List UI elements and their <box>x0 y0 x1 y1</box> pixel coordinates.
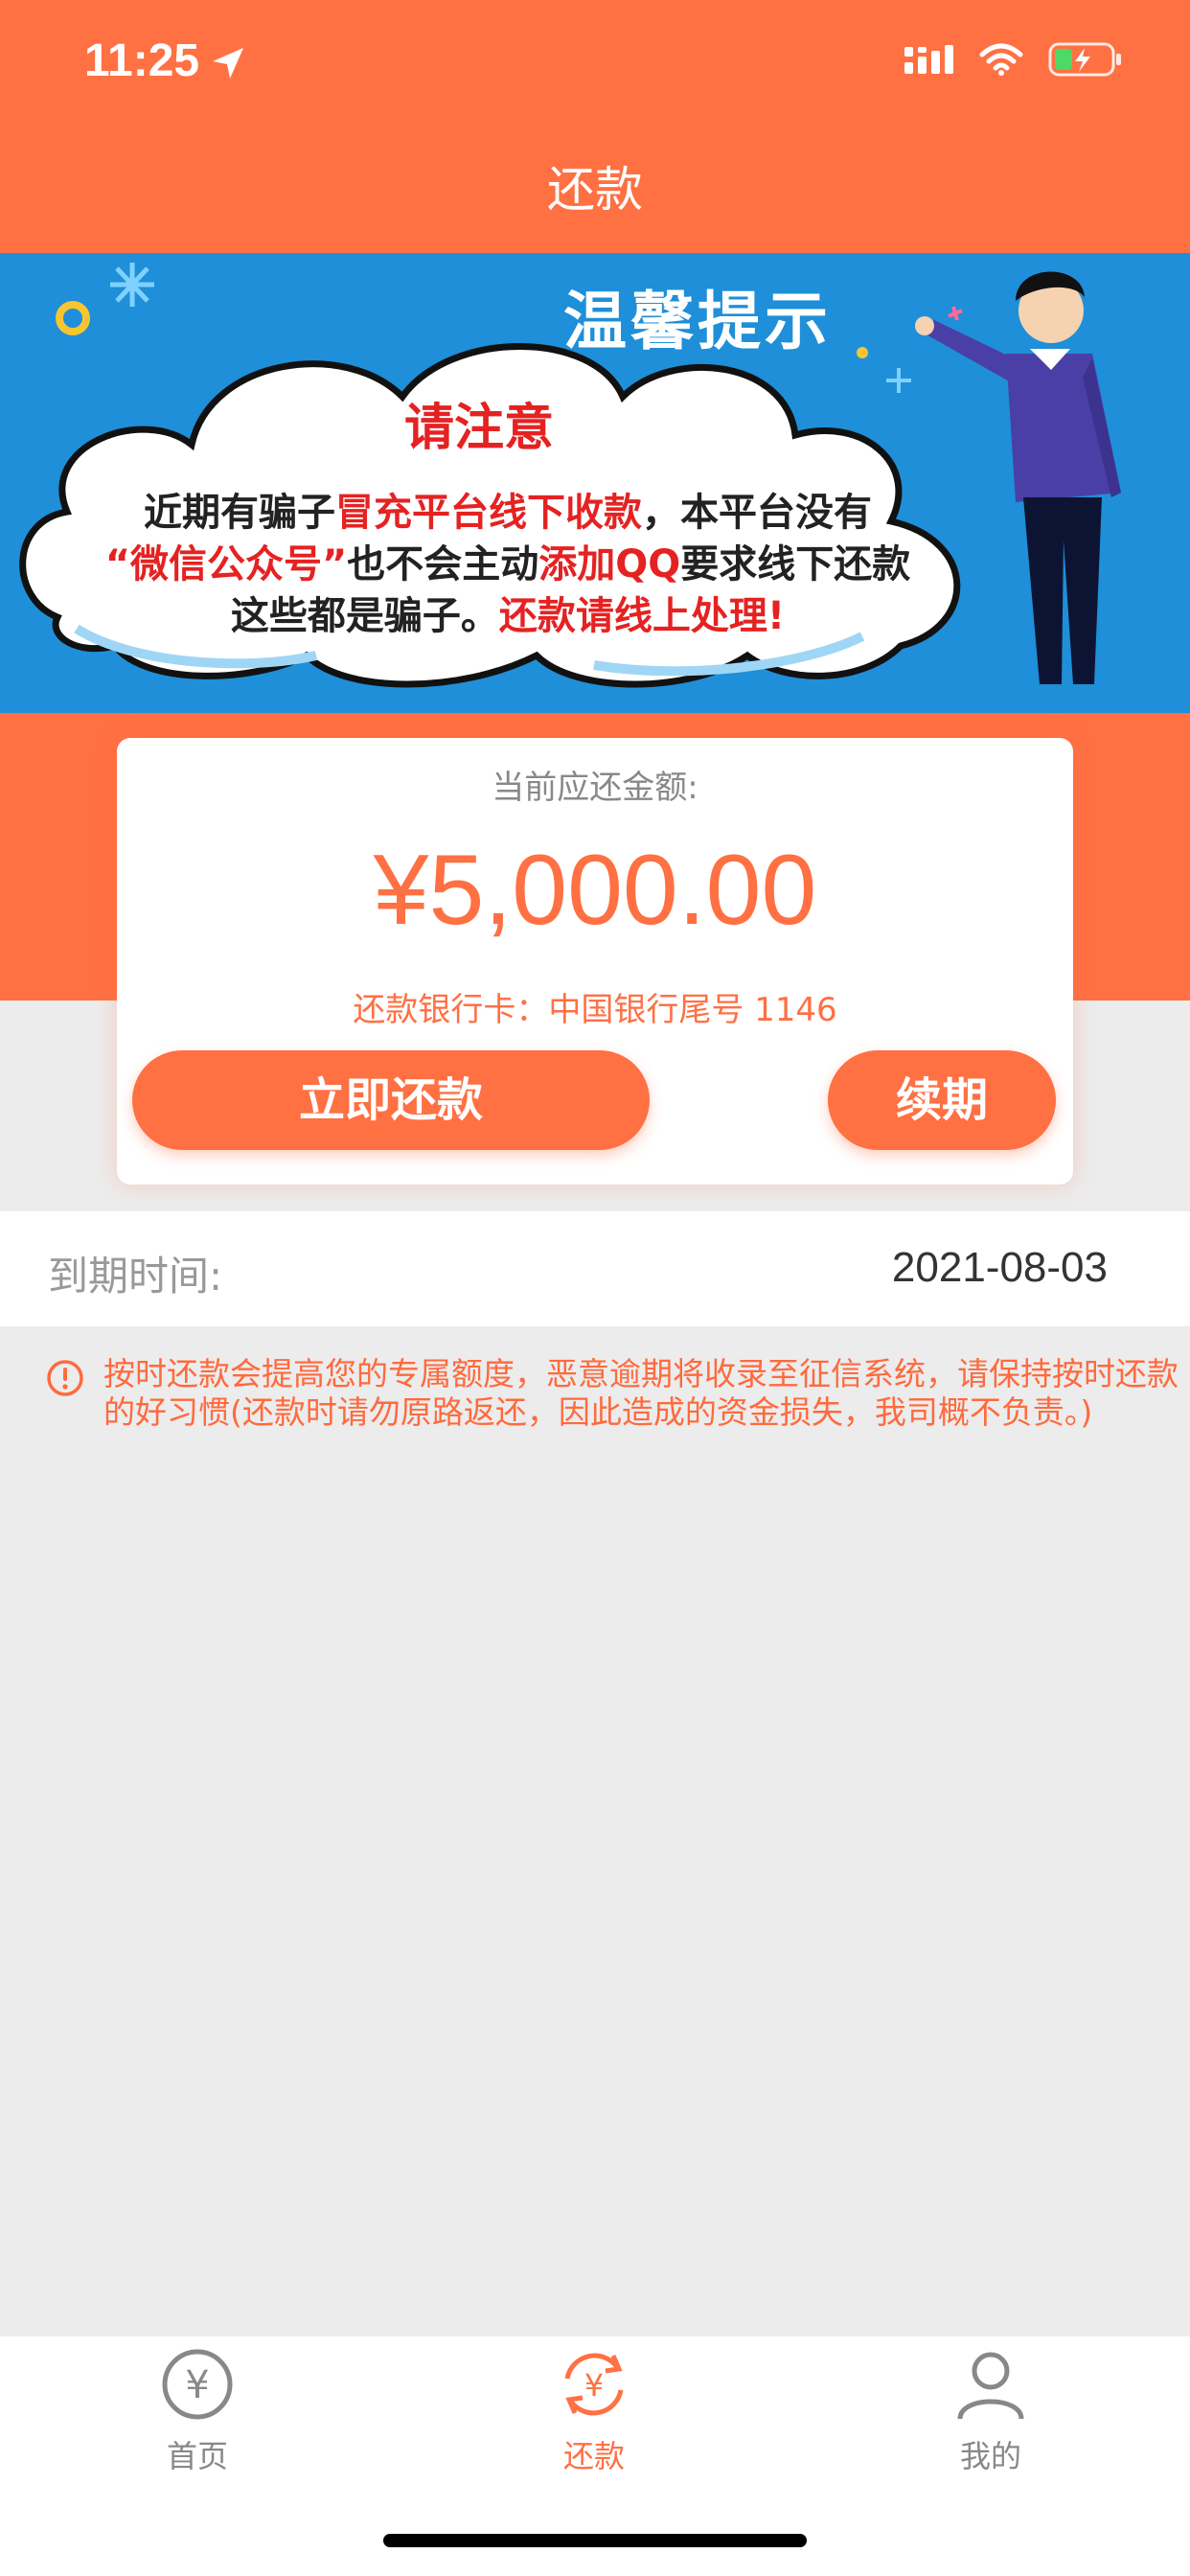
notice-text: 按时还款会提高您的专属额度，恶意逾期将收录至征信系统，请保持按时还款的好习惯(还… <box>103 1355 1179 1431</box>
renew-button[interactable]: 续期 <box>828 1050 1056 1150</box>
home-indicator <box>383 2534 807 2547</box>
signal-icon <box>904 45 953 74</box>
yen-circle-icon: ¥ <box>162 2349 233 2420</box>
warning-line-1: 近期有骗子冒充平台线下收款，本平台没有 <box>57 481 958 537</box>
svg-text:¥: ¥ <box>584 2367 604 2404</box>
status-time: 11:25 <box>84 35 200 86</box>
repayment-card: 当前应还金额: ¥5,000.00 还款银行卡：中国银行尾号 1146 立即还款… <box>117 738 1073 1184</box>
info-icon <box>47 1360 83 1396</box>
tab-mine-label: 我的 <box>959 2438 1021 2474</box>
tab-mine[interactable]: 我的 <box>895 2346 1087 2476</box>
battery-icon <box>1048 42 1121 77</box>
bank-card-info: 还款银行卡：中国银行尾号 1146 <box>353 991 837 1029</box>
due-date-value: 2021-08-03 <box>891 1244 1108 1291</box>
user-icon <box>957 2352 1024 2420</box>
due-date-label: 到期时间: <box>48 1253 223 1300</box>
warning-heading: 请注意 <box>403 400 554 457</box>
warning-text-highlight: “微信公众号” <box>104 542 348 586</box>
tab-home[interactable]: ¥ 首页 <box>102 2346 293 2476</box>
warning-line-2: “微信公众号”也不会主动添加QQ要求线下还款 <box>57 533 958 588</box>
warning-line-3: 这些都是骗子。还款请线上处理! <box>57 585 958 640</box>
warning-text-highlight: 还款请线上处理! <box>498 594 786 638</box>
page-title: 还款 <box>547 162 643 218</box>
warning-text: ，本平台没有 <box>642 491 872 535</box>
warning-text-highlight: 冒充平台线下收款 <box>335 491 642 535</box>
amount-due-value: ¥5,000.00 <box>373 835 817 946</box>
pay-now-button[interactable]: 立即还款 <box>132 1050 650 1150</box>
location-arrow-icon <box>213 48 243 79</box>
warning-banner: 温馨提示 请注意 近期有骗子冒充平台线下收款，本平台没有 “微信公众号”也不会主… <box>0 253 1190 713</box>
tab-repay[interactable]: ¥ 还款 <box>498 2346 690 2476</box>
warning-text: 要求线下还款 <box>680 542 911 586</box>
banner-title: 温馨提示 <box>563 285 832 358</box>
warning-text-highlight: 添加QQ <box>538 542 681 586</box>
due-date-row: 到期时间: 2021-08-03 <box>0 1211 1190 1326</box>
tab-home-label: 首页 <box>166 2438 228 2474</box>
amount-due-label: 当前应还金额: <box>492 769 698 807</box>
warning-text: 近期有骗子 <box>144 491 335 535</box>
warning-text: 这些都是骗子。 <box>230 594 499 638</box>
warning-text: 也不会主动 <box>347 542 539 586</box>
status-icons <box>904 42 1123 77</box>
repay-cycle-icon: ¥ <box>564 2353 624 2416</box>
tab-repay-label: 还款 <box>562 2438 625 2474</box>
wifi-icon <box>979 43 1023 76</box>
svg-text:¥: ¥ <box>185 2363 209 2407</box>
nav-bar: 还款 <box>0 126 1190 253</box>
status-bar: 11:25 <box>0 0 1190 126</box>
